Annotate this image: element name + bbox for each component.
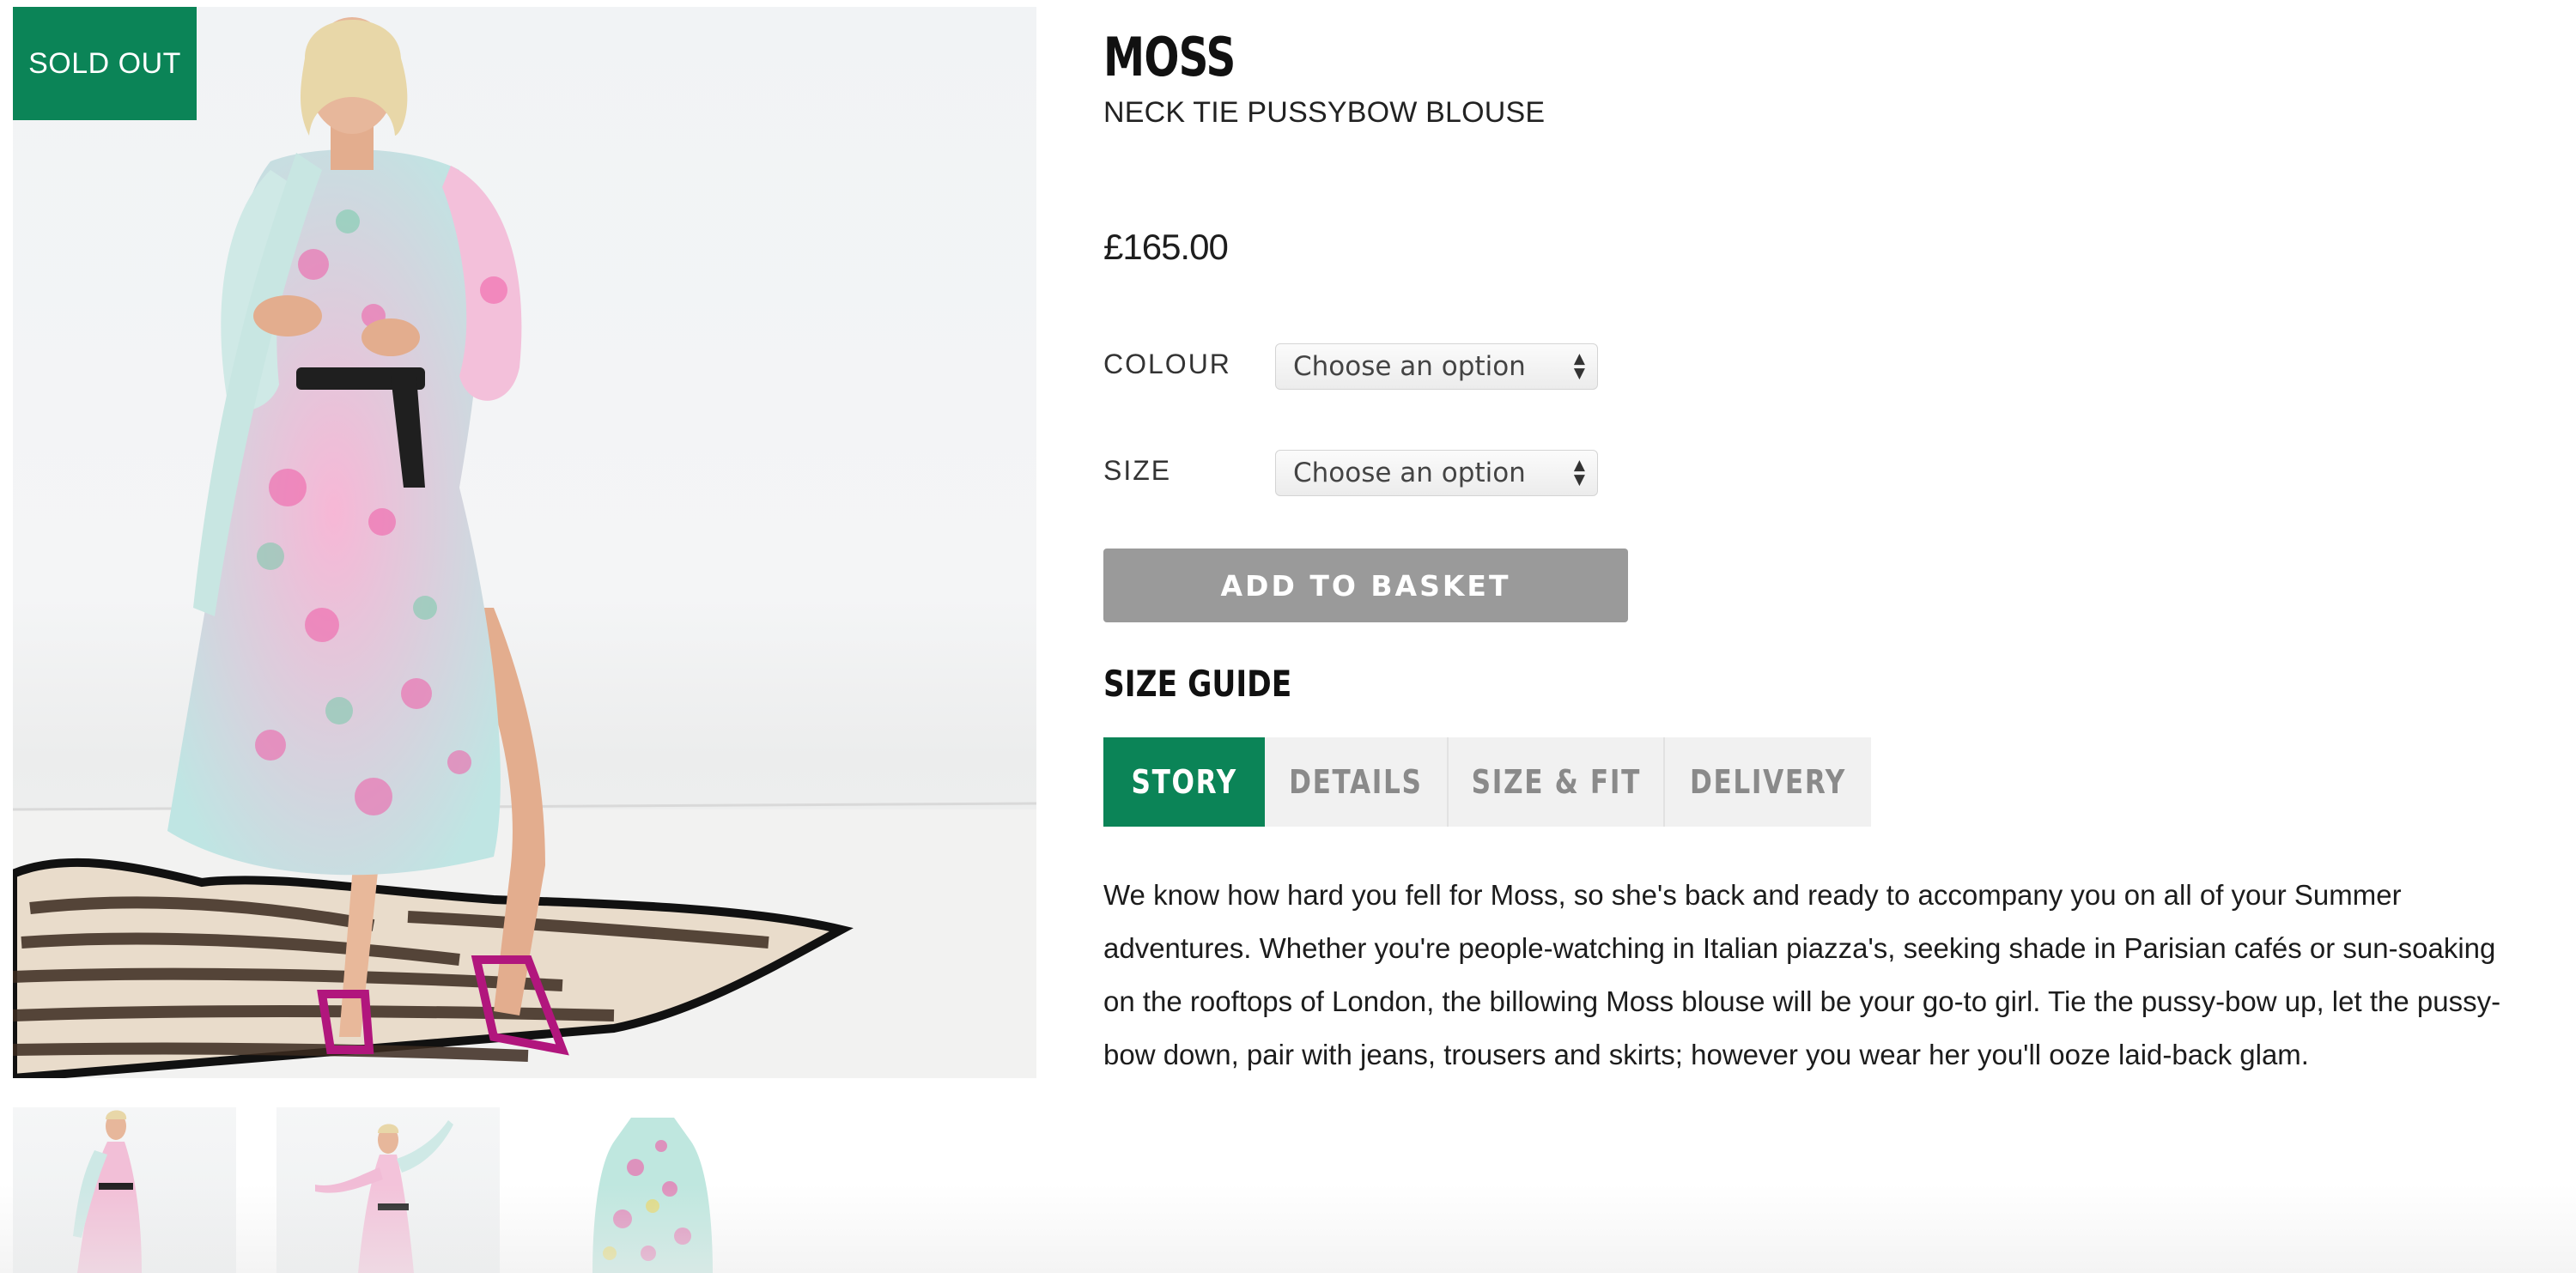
thumbnail-front-image — [73, 1110, 142, 1273]
colour-label: COLOUR — [1103, 349, 1231, 379]
colour-select[interactable]: Choose an option ▲ ▼ — [1275, 343, 1598, 390]
thumbnail-arms-raised-image — [315, 1120, 453, 1273]
tab-details[interactable]: DETAILS — [1265, 737, 1449, 827]
thumbnail-front-view[interactable] — [13, 1107, 236, 1273]
colour-select-value: Choose an option — [1293, 351, 1526, 382]
select-arrows-icon: ▲ ▼ — [1573, 457, 1585, 488]
thumbnail-blouse-flat-view[interactable] — [541, 1107, 764, 1273]
product-subtitle: NECK TIE PUSSYBOW BLOUSE — [1103, 96, 1546, 129]
story-description: We know how hard you fell for Moss, so s… — [1103, 879, 2501, 1070]
tab-story[interactable]: STORY — [1103, 737, 1265, 827]
tab-size-fit[interactable]: SIZE & FIT — [1449, 737, 1665, 827]
select-arrows-icon: ▲ ▼ — [1573, 350, 1585, 382]
product-tabs: STORY DETAILS SIZE & FIT DELIVERY — [1103, 737, 1871, 827]
tab-delivery[interactable]: DELIVERY — [1665, 737, 1871, 827]
model-photo-illustration — [13, 17, 1036, 1078]
add-to-basket-button[interactable]: ADD TO BASKET — [1103, 549, 1628, 622]
size-label: SIZE — [1103, 455, 1172, 486]
product-price: £165.00 — [1103, 227, 1229, 267]
product-name: MOSS — [1103, 26, 1236, 88]
size-select[interactable]: Choose an option ▲ ▼ — [1275, 450, 1598, 496]
thumbnail-blouse-image — [592, 1118, 713, 1273]
sold-out-badge: SOLD OUT — [13, 7, 197, 120]
size-select-value: Choose an option — [1293, 458, 1526, 488]
size-guide-link[interactable]: SIZE GUIDE — [1103, 663, 1291, 705]
thumbnail-arms-raised-view[interactable] — [276, 1107, 500, 1273]
main-product-image[interactable]: SOLD OUT — [13, 7, 1036, 1078]
